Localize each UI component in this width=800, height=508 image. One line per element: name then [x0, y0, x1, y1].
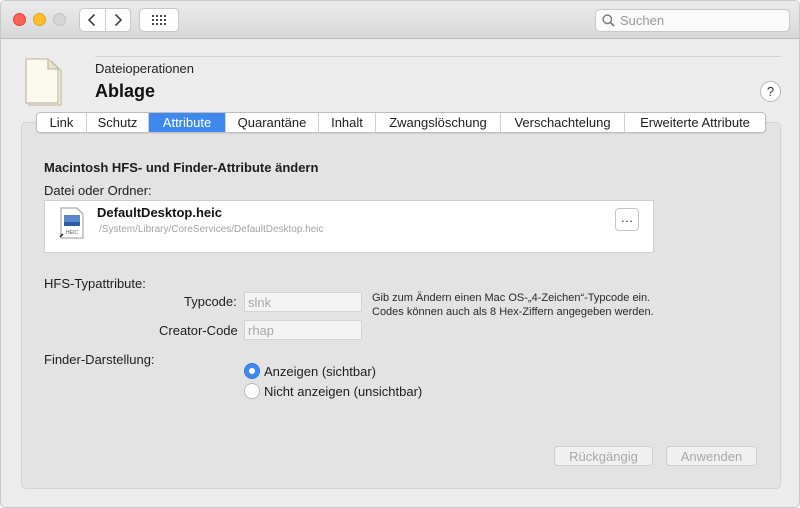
document-icon [25, 58, 62, 106]
tab-schutz[interactable]: Schutz [87, 113, 149, 132]
tab-zwangsloeschung[interactable]: Zwangslöschung [376, 113, 501, 132]
close-window-button[interactable] [13, 13, 26, 26]
search-icon [602, 14, 615, 27]
history-nav [79, 8, 131, 32]
tab-link[interactable]: Link [37, 113, 87, 132]
search-input[interactable] [620, 13, 780, 28]
back-button[interactable] [80, 9, 105, 31]
typcode-label: Typcode: [184, 294, 237, 309]
tab-attribute[interactable]: Attribute [149, 113, 226, 132]
radio-show[interactable]: Anzeigen (sichtbar) [244, 363, 376, 379]
tab-bar: Link Schutz Attribute Quarantäne Inhalt … [36, 112, 766, 133]
creator-code-input[interactable] [244, 320, 362, 340]
help-button[interactable]: ? [760, 81, 781, 102]
hfs-label: HFS-Typattribute: [44, 276, 146, 291]
typcode-hint: Gib zum Ändern einen Mac OS-„4-Zeichen“-… [372, 292, 654, 318]
grid-icon [152, 15, 166, 25]
show-all-button[interactable] [139, 8, 179, 32]
creator-code-label: Creator-Code [159, 323, 238, 338]
undo-button[interactable]: Rückgängig [554, 446, 653, 466]
radio-hide-control[interactable] [244, 383, 260, 399]
file-drop-area[interactable]: HEIC DefaultDesktop.heic /System/Library… [44, 200, 654, 253]
apply-button[interactable]: Anwenden [666, 446, 757, 466]
zoom-window-button[interactable] [53, 13, 66, 26]
tab-inhalt[interactable]: Inhalt [319, 113, 376, 132]
file-type-label: HEIC [66, 230, 78, 236]
file-label: Datei oder Ordner: [44, 183, 152, 198]
radio-show-label: Anzeigen (sichtbar) [264, 363, 376, 379]
radio-show-control[interactable] [244, 363, 260, 379]
chevron-left-icon [88, 13, 96, 27]
tab-verschachtelung[interactable]: Verschachtelung [501, 113, 625, 132]
app-window: Dateioperationen Ablage ? Link Schutz At… [0, 0, 800, 508]
search-field[interactable] [595, 9, 790, 32]
typcode-input[interactable] [244, 292, 362, 312]
radio-hide[interactable]: Nicht anzeigen (unsichtbar) [244, 383, 422, 399]
page-title: Ablage [95, 81, 156, 101]
forward-button[interactable] [104, 9, 131, 31]
title-bar [1, 1, 799, 39]
chevron-right-icon [114, 13, 122, 27]
header-divider [95, 56, 781, 57]
finder-label: Finder-Darstellung: [44, 352, 155, 367]
heic-file-icon: HEIC [59, 207, 84, 239]
file-name: DefaultDesktop.heic [97, 205, 222, 220]
tab-erweiterte-attribute[interactable]: Erweiterte Attribute [625, 113, 765, 132]
minimize-window-button[interactable] [33, 13, 46, 26]
section-title: Macintosh HFS- und Finder-Attribute ände… [44, 160, 319, 175]
file-path: /System/Library/CoreServices/DefaultDesk… [99, 224, 324, 235]
radio-hide-label: Nicht anzeigen (unsichtbar) [264, 383, 423, 399]
choose-file-button[interactable]: … [615, 208, 639, 231]
page-subtitle: Dateioperationen [95, 61, 195, 76]
tab-quarantaene[interactable]: Quarantäne [226, 113, 319, 132]
